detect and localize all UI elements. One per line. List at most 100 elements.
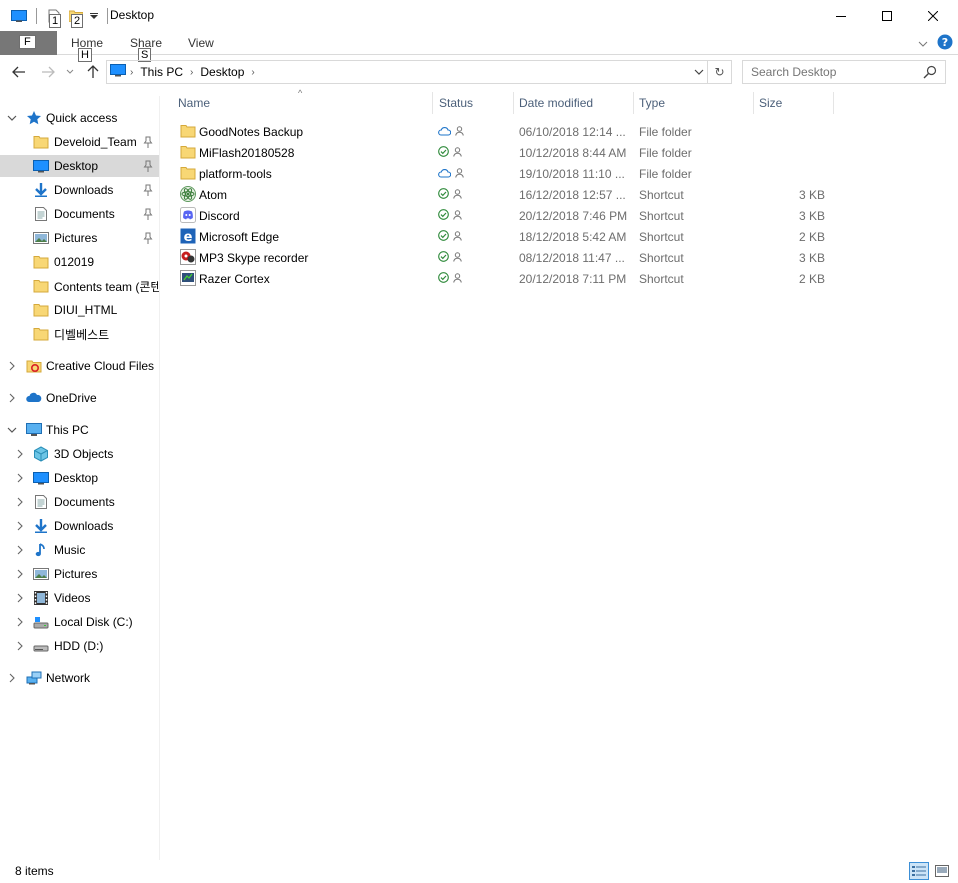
breadcrumb-chevron-icon[interactable]: › bbox=[251, 67, 254, 78]
tab-view[interactable]: View bbox=[188, 36, 214, 50]
file-row[interactable]: Discord 20/12/2018 7:46 PM Shortcut 3 KB bbox=[176, 205, 836, 226]
help-icon[interactable]: ? bbox=[937, 34, 953, 53]
nav-quick-access-item-develoid-team[interactable]: Develoid_Team bbox=[0, 131, 159, 153]
column-header-type[interactable]: Type bbox=[639, 92, 753, 114]
file-name: Atom bbox=[199, 187, 228, 202]
window-icon[interactable] bbox=[8, 6, 30, 26]
nav-quick-access-item-downloads[interactable]: Downloads bbox=[0, 179, 159, 201]
nav-creative-cloud-files[interactable]: Creative Cloud Files bbox=[0, 355, 159, 377]
column-header-date-modified[interactable]: Date modified bbox=[519, 92, 633, 114]
synced-check-icon bbox=[438, 230, 449, 244]
column-header-name[interactable]: Name bbox=[178, 92, 432, 114]
nav-quick-access-item-contents-team[interactable]: Contents team (콘텐 bbox=[0, 275, 159, 297]
recent-locations-button[interactable] bbox=[63, 62, 77, 82]
file-row[interactable]: Atom 16/12/2018 12:57 ... Shortcut 3 KB bbox=[176, 184, 836, 205]
breadcrumb-chevron-icon[interactable]: › bbox=[130, 67, 133, 78]
file-row[interactable]: GoodNotes Backup 06/10/2018 12:14 ... File… bbox=[176, 121, 836, 142]
pin-icon[interactable] bbox=[143, 136, 153, 151]
file-list[interactable]: ^ Name Status Date modified Type Size Go… bbox=[160, 86, 958, 860]
pin-icon[interactable] bbox=[143, 160, 153, 175]
nav-quick-access-item-desktop[interactable]: Desktop bbox=[0, 155, 159, 177]
search-box[interactable] bbox=[742, 60, 946, 84]
expand-chevron-icon[interactable] bbox=[14, 568, 26, 580]
nav-this-pc-item-pictures[interactable]: Pictures bbox=[0, 563, 159, 585]
expand-chevron-icon[interactable] bbox=[14, 448, 26, 460]
navigation-pane[interactable]: Quick access Develoid_Team Desktop Downloa… bbox=[0, 96, 160, 860]
folder-icon bbox=[33, 302, 49, 318]
minimize-button[interactable] bbox=[818, 0, 864, 31]
expand-chevron-icon[interactable] bbox=[14, 472, 26, 484]
nav-this-pc-item-local-disk-c[interactable]: Local Disk (C:) bbox=[0, 611, 159, 633]
nav-quick-access-item-pictures[interactable]: Pictures bbox=[0, 227, 159, 249]
file-row[interactable]: e Microsoft Edge 18/12/2018 5:42 AM Shortcu… bbox=[176, 226, 836, 247]
expand-chevron-icon[interactable] bbox=[6, 672, 18, 684]
file-tab[interactable]: F bbox=[0, 31, 57, 55]
maximize-button[interactable] bbox=[864, 0, 910, 31]
breadcrumb-chevron-icon[interactable]: › bbox=[190, 67, 193, 78]
refresh-icon[interactable]: ↻ bbox=[707, 61, 731, 83]
breadcrumb-desktop[interactable]: Desktop bbox=[200, 65, 244, 79]
expand-chevron-icon[interactable] bbox=[14, 544, 26, 556]
customize-qat-button[interactable] bbox=[87, 6, 101, 26]
expand-chevron-icon[interactable] bbox=[14, 496, 26, 508]
nav-label: This PC bbox=[46, 423, 89, 437]
nav-onedrive[interactable]: OneDrive bbox=[0, 387, 159, 409]
expand-chevron-icon[interactable] bbox=[14, 520, 26, 532]
close-button[interactable] bbox=[910, 0, 956, 31]
file-row[interactable]: platform-tools 19/10/2018 11:10 ... File f… bbox=[176, 163, 836, 184]
large-icons-view-button[interactable] bbox=[932, 862, 952, 880]
up-button[interactable] bbox=[83, 62, 103, 82]
file-row[interactable]: MiFlash20180528 10/12/2018 8:44 AM File fo… bbox=[176, 142, 836, 163]
nav-this-pc-item-videos[interactable]: Videos bbox=[0, 587, 159, 609]
collapse-chevron-icon[interactable] bbox=[6, 112, 18, 124]
breadcrumb-this-pc[interactable]: This PC bbox=[140, 65, 183, 79]
properties-button[interactable]: 1 bbox=[43, 6, 65, 28]
file-row[interactable]: Razer Cortex 20/12/2018 7:11 PM Shortcut 2 … bbox=[176, 268, 836, 289]
nav-quick-access-item-diui-html[interactable]: DIUI_HTML bbox=[0, 299, 159, 321]
column-header-status[interactable]: Status bbox=[439, 92, 513, 114]
nav-quick-access-item-item[interactable]: 디벨베스트 bbox=[0, 323, 159, 345]
pin-icon[interactable] bbox=[143, 232, 153, 247]
expand-chevron-icon[interactable] bbox=[14, 640, 26, 652]
pin-icon[interactable] bbox=[143, 208, 153, 223]
nav-this-pc-item-desktop[interactable]: Desktop bbox=[0, 467, 159, 489]
expand-chevron-icon[interactable] bbox=[6, 392, 18, 404]
pin-icon[interactable] bbox=[143, 184, 153, 199]
search-icon[interactable] bbox=[923, 65, 937, 82]
shared-person-icon bbox=[453, 230, 462, 244]
details-view-button[interactable] bbox=[909, 862, 929, 880]
file-size: 3 KB bbox=[798, 187, 825, 202]
new-folder-button[interactable]: 2 bbox=[65, 6, 87, 28]
expand-ribbon-icon[interactable] bbox=[918, 37, 928, 51]
nav-this-pc-item-music[interactable]: Music bbox=[0, 539, 159, 561]
column-divider[interactable] bbox=[513, 92, 514, 114]
quick-access-toolbar: 1 2 bbox=[8, 6, 114, 28]
address-bar[interactable]: › This PC › Desktop › ↻ bbox=[106, 60, 732, 84]
nav-this-pc-item-hdd-d[interactable]: HDD (D:) bbox=[0, 635, 159, 657]
collapse-chevron-icon[interactable] bbox=[6, 424, 18, 436]
expand-chevron-icon[interactable] bbox=[6, 360, 18, 372]
nav-this-pc-item-downloads[interactable]: Downloads bbox=[0, 515, 159, 537]
expand-chevron-icon[interactable] bbox=[14, 616, 26, 628]
expand-chevron-icon[interactable] bbox=[14, 592, 26, 604]
nav-this-pc-item-documents[interactable]: Documents bbox=[0, 491, 159, 513]
cloud-icon bbox=[438, 167, 452, 181]
search-input[interactable] bbox=[751, 65, 921, 79]
nav-quick-access-item-documents[interactable]: Documents bbox=[0, 203, 159, 225]
address-dropdown-icon[interactable] bbox=[693, 64, 705, 83]
nav-network[interactable]: Network bbox=[0, 667, 159, 689]
column-header-size[interactable]: Size bbox=[759, 92, 833, 114]
nav-this-pc-item-3d-objects[interactable]: 3D Objects bbox=[0, 443, 159, 465]
column-divider[interactable] bbox=[753, 92, 754, 114]
nav-this-pc[interactable]: This PC bbox=[0, 419, 159, 441]
column-divider[interactable] bbox=[833, 92, 834, 114]
forward-button[interactable] bbox=[38, 62, 58, 82]
column-divider[interactable] bbox=[633, 92, 634, 114]
hdd-icon bbox=[33, 638, 49, 654]
file-row[interactable]: MP3 Skype recorder 08/12/2018 11:47 ... Sh… bbox=[176, 247, 836, 268]
file-date-modified: 06/10/2018 12:14 ... bbox=[519, 124, 626, 139]
nav-quick-access-item-012019[interactable]: 012019 bbox=[0, 251, 159, 273]
column-divider[interactable] bbox=[432, 92, 433, 114]
nav-quick-access[interactable]: Quick access bbox=[0, 107, 159, 129]
back-button[interactable] bbox=[9, 62, 29, 82]
